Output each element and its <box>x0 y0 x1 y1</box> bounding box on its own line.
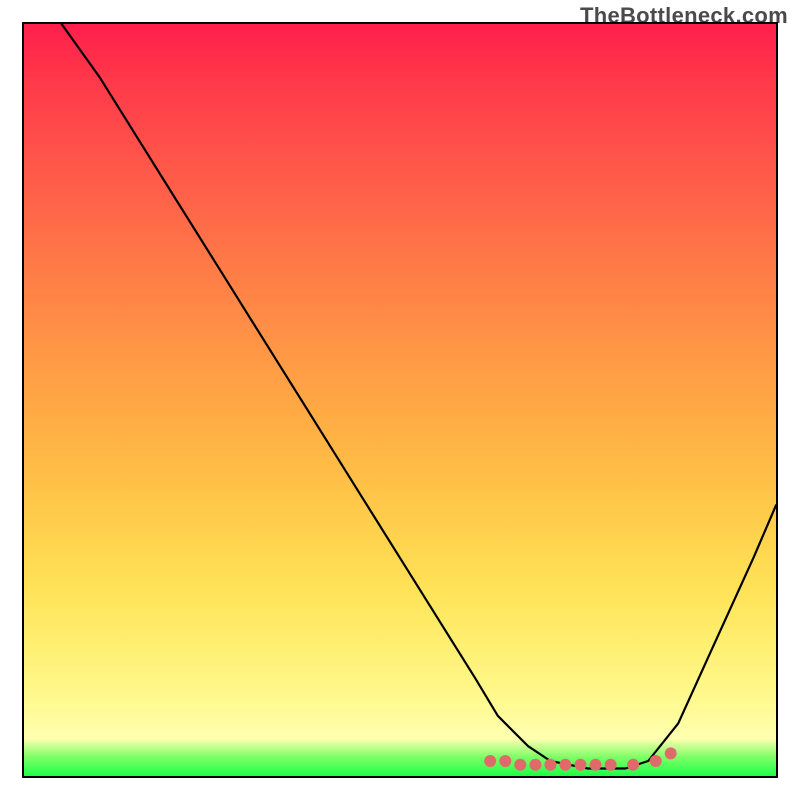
chart-container: TheBottleneck.com <box>0 0 800 800</box>
highlight-dot <box>605 759 617 771</box>
highlight-dots <box>484 747 677 770</box>
highlight-dot <box>575 759 587 771</box>
highlight-dot <box>514 759 526 771</box>
highlight-dot <box>590 759 602 771</box>
highlight-dot <box>650 755 662 767</box>
highlight-dot <box>544 759 556 771</box>
highlight-dot <box>665 747 677 759</box>
main-curve <box>62 24 776 769</box>
highlight-dot <box>484 755 496 767</box>
curve-layer <box>24 24 776 776</box>
plot-area <box>22 22 778 778</box>
highlight-dot <box>559 759 571 771</box>
highlight-dot <box>529 759 541 771</box>
highlight-dot <box>627 759 639 771</box>
highlight-dot <box>499 755 511 767</box>
